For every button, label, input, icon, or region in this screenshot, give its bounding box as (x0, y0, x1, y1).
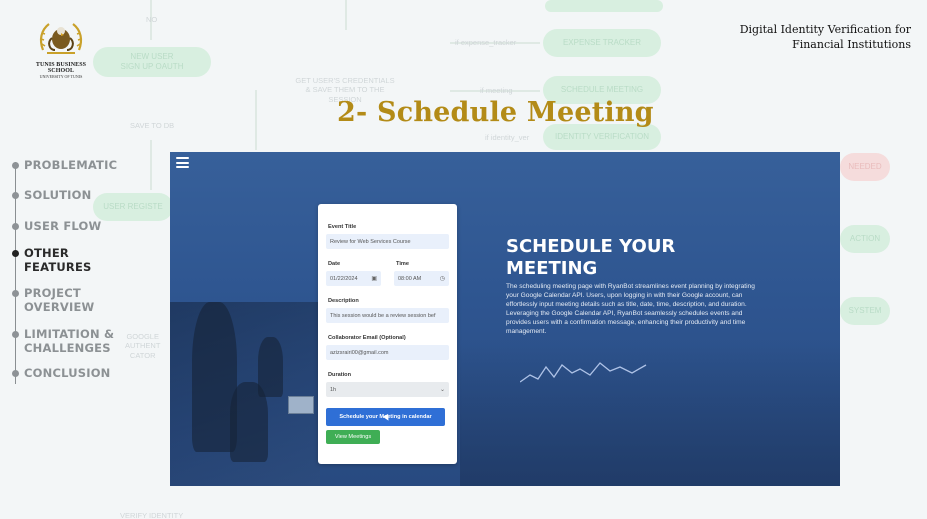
nav-item-label: SOLUTION (24, 188, 92, 202)
event-title-label: Event Title (328, 224, 357, 230)
nav-item-project-overview[interactable]: PROJECT OVERVIEW (10, 286, 94, 314)
collaborator-email-input[interactable]: azizsrairi00@gmail.com (326, 345, 449, 360)
hero-title: SCHEDULE YOUR MEETING (506, 236, 706, 280)
event-title-input[interactable]: Review for Web Services Course (326, 234, 449, 249)
nav-item-label: USER FLOW (24, 219, 102, 233)
office-photo-right (460, 342, 840, 486)
bg-expense-tracker: EXPENSE TRACKER (543, 29, 661, 57)
nav-dot (12, 290, 19, 297)
bg-user-register: USER REGISTE (93, 193, 173, 221)
hero-description: The scheduling meeting page with RyanBot… (506, 283, 755, 335)
bg-system-node: SYSTEM (840, 297, 890, 325)
nav-dot-active (12, 250, 19, 257)
nav-item-other-features[interactable]: OTHER FEATURES (10, 246, 92, 274)
event-title-value: Review for Web Services Course (330, 238, 411, 245)
nav-item-solution[interactable]: SOLUTION (10, 188, 91, 202)
decorative-chart-line (520, 362, 647, 383)
logo-school-name: TUNIS BUSINESS SCHOOL (35, 62, 87, 74)
hamburger-menu-icon[interactable] (176, 157, 189, 168)
date-label: Date (328, 261, 341, 267)
view-meetings-button[interactable]: View Meetings (326, 430, 380, 444)
nav-item-label: LIMITATION & CHALLENGES (24, 327, 115, 355)
time-label: Time (396, 261, 409, 267)
nav-dot (12, 192, 19, 199)
clock-icon[interactable]: ◷ (440, 275, 445, 282)
collaborator-email-value: azizsrairi00@gmail.com (330, 349, 389, 356)
duration-label: Duration (328, 372, 351, 378)
description-value: This session would be a review session b… (330, 312, 436, 319)
logo-university-name: UNIVERSITY OF TUNIS (39, 74, 83, 79)
bg-action-node: ACTION (840, 225, 890, 253)
project-title-line1: Digital Identity Verification for (739, 23, 911, 36)
bg-top-node (545, 0, 663, 12)
duration-value: 1h (330, 386, 337, 393)
bg-needed-node: NEEDED (840, 153, 890, 181)
time-input[interactable]: 08:00 AM ◷ (394, 271, 449, 286)
bg-if-expense: if expense_tracker (455, 38, 517, 47)
nav-dot (12, 331, 19, 338)
nav-item-label: OTHER FEATURES (24, 246, 92, 274)
duration-select[interactable]: 1h ⌄ (326, 382, 449, 397)
project-title-line2: Financial Institutions (792, 38, 911, 51)
nav-item-label: CONCLUSION (24, 366, 111, 380)
nav-item-user-flow[interactable]: USER FLOW (10, 219, 101, 233)
nav-item-label: PROBLEMATIC (24, 158, 118, 172)
nav-dot (12, 223, 19, 230)
nav-item-limitation-challenges[interactable]: LIMITATION & CHALLENGES (10, 327, 114, 355)
nav-item-label: PROJECT OVERVIEW (24, 286, 95, 314)
description-input[interactable]: This session would be a review session b… (326, 308, 449, 323)
nav-dot (12, 162, 19, 169)
hero-title-line2: MEETING (506, 258, 598, 279)
schedule-meeting-form: Event Title Review for Web Services Cour… (318, 204, 457, 464)
nav-item-conclusion[interactable]: CONCLUSION (10, 366, 111, 380)
project-title: Digital Identity Verification for Financ… (671, 22, 911, 52)
bg-verify-identity: VERIFY IDENTITY (120, 511, 184, 519)
collaborator-email-label: Collaborator Email (Optional) (328, 335, 406, 341)
person-silhouette (258, 337, 283, 397)
date-input[interactable]: 01/22/2024 ▣ (326, 271, 381, 286)
bg-no-label: NO (146, 15, 158, 24)
eagle-crest-logo-icon (39, 23, 83, 54)
bg-save-to-db: SAVE TO DB (130, 121, 175, 130)
bg-new-user-node: NEW USER SIGN UP OAUTH (93, 47, 211, 77)
school-logo: TUNIS BUSINESS SCHOOL UNIVERSITY OF TUNI… (28, 20, 94, 79)
calendar-icon[interactable]: ▣ (371, 275, 377, 282)
time-value: 08:00 AM (398, 275, 422, 282)
app-screenshot: Event Title Review for Web Services Cour… (170, 152, 840, 486)
chevron-down-icon: ⌄ (439, 387, 445, 393)
date-value: 01/22/2024 (330, 275, 358, 282)
description-label: Description (328, 298, 359, 304)
nav-item-problematic[interactable]: PROBLEMATIC (10, 158, 117, 172)
bg-if-meeting: if meeting (480, 86, 513, 95)
bg-google-auth: GOOGLE AUTHENT CATOR (125, 332, 161, 360)
slide-title: 2- Schedule Meeting (337, 97, 654, 128)
laptop-graphic (288, 396, 314, 414)
bg-if-verif: if identity_ver (485, 133, 530, 142)
hero-title-line1: SCHEDULE YOUR (506, 236, 676, 257)
nav-dot (12, 370, 19, 377)
